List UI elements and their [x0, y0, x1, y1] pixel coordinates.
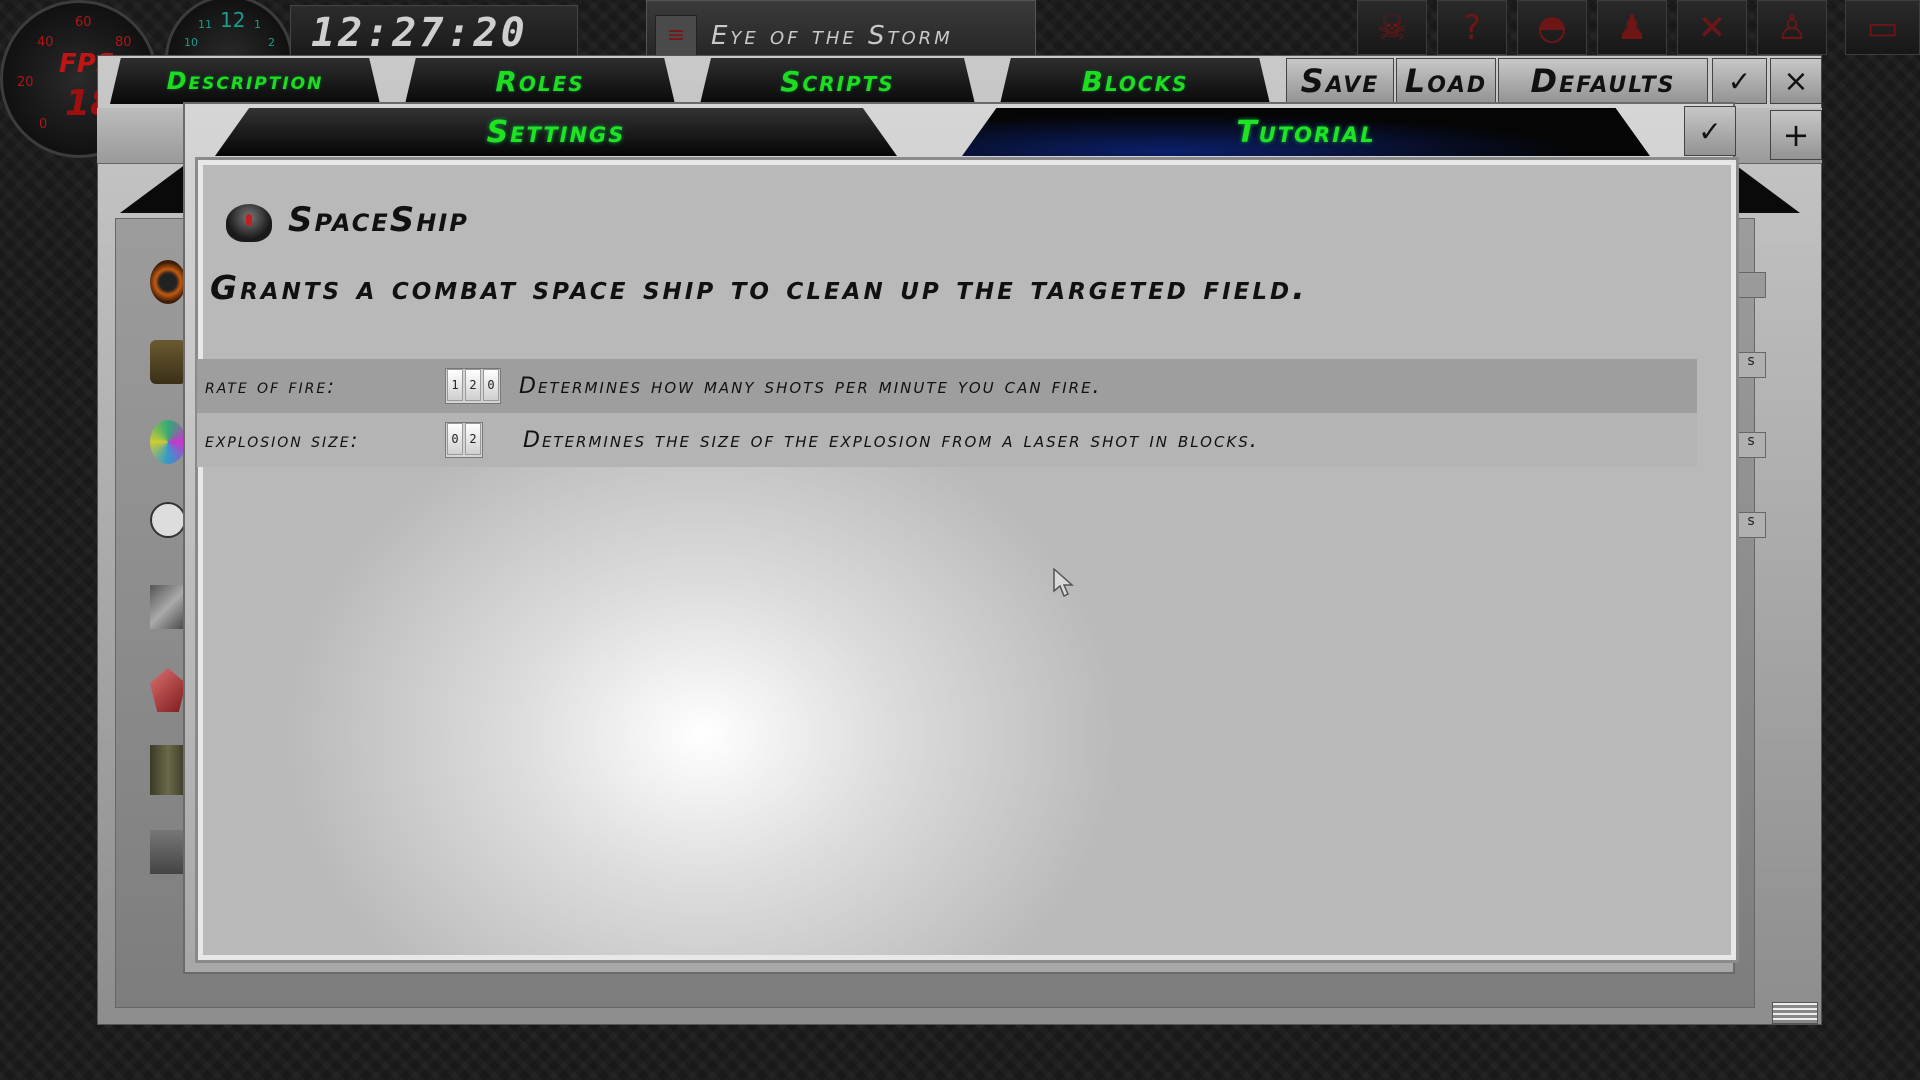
monitor-icon[interactable]: ▭: [1845, 0, 1920, 55]
explosion-size-digit-input[interactable]: 0 2: [445, 422, 483, 458]
defaults-button[interactable]: Defaults: [1498, 58, 1708, 104]
map-title: Eye of the Storm: [711, 20, 953, 51]
digit-wheel[interactable]: 1: [447, 369, 463, 401]
item-name: SpaceShip: [288, 200, 469, 240]
tools-icon[interactable]: ✕: [1677, 0, 1747, 55]
clock-dial-1: 1: [254, 18, 261, 31]
fps-tick-80: 80: [115, 35, 132, 50]
fps-tick-0: 0: [39, 117, 48, 132]
spaceship-cockpit-light: [246, 214, 252, 226]
save-button[interactable]: Save: [1286, 58, 1394, 104]
dice-icon[interactable]: [150, 502, 186, 538]
add-button[interactable]: +: [1770, 110, 1822, 160]
load-button[interactable]: Load: [1396, 58, 1496, 104]
close-button[interactable]: ×: [1770, 58, 1822, 104]
pinwheel-icon[interactable]: [150, 420, 186, 464]
helmet-icon[interactable]: ◓: [1517, 0, 1587, 55]
setting-row-rate-of-fire: rate of fire: 1 2 0 Determines how many …: [197, 359, 1697, 413]
skull-icon[interactable]: ☠: [1357, 0, 1427, 55]
fire-ring-icon[interactable]: [150, 260, 186, 304]
clock-dial-11: 11: [198, 18, 212, 31]
clock-dial-10: 10: [184, 36, 198, 49]
bucket-icon[interactable]: [150, 340, 186, 384]
fps-tick-60: 60: [75, 15, 92, 30]
side-s-button-2[interactable]: s: [1736, 432, 1766, 458]
help-icon[interactable]: ?: [1437, 0, 1507, 55]
setting-description: Determines how many shots per minute you…: [519, 373, 1102, 399]
barrel-icon[interactable]: [150, 745, 186, 795]
fps-tick-20: 20: [17, 75, 34, 90]
user-icon[interactable]: ♙: [1757, 0, 1827, 55]
fps-tick-40: 40: [37, 35, 54, 50]
setting-label: rate of fire:: [205, 374, 336, 398]
tab-roles[interactable]: Roles: [405, 58, 675, 104]
clock-dial-2: 2: [268, 36, 275, 49]
tab-tutorial[interactable]: Tutorial: [962, 108, 1650, 156]
setting-description: Determines the size of the explosion fro…: [523, 427, 1259, 453]
side-s-button-1[interactable]: s: [1736, 352, 1766, 378]
crate-icon[interactable]: [150, 585, 186, 629]
confirm-button[interactable]: ✓: [1712, 58, 1767, 104]
group-icon[interactable]: ♟: [1597, 0, 1667, 55]
spaceship-icon: [226, 204, 272, 242]
item-description: Grants a combat space ship to clean up t…: [210, 268, 1308, 307]
clock-time: 12:27:20: [290, 5, 578, 60]
tab-settings[interactable]: Settings: [215, 108, 897, 156]
setting-row-explosion-size: explosion size: 0 2 Determines the size …: [197, 413, 1697, 467]
mouse-cursor-icon: [1052, 567, 1074, 598]
setting-label: explosion size:: [205, 428, 360, 452]
digit-wheel[interactable]: 2: [465, 369, 481, 401]
tab-blocks[interactable]: Blocks: [1000, 58, 1270, 104]
tab-scripts[interactable]: Scripts: [700, 58, 975, 104]
clock-dial-12: 12: [220, 8, 246, 32]
rate-of-fire-digit-input[interactable]: 1 2 0: [445, 368, 501, 404]
resize-grip-icon[interactable]: [1772, 1002, 1818, 1024]
digit-wheel[interactable]: 2: [465, 423, 481, 455]
tab-description[interactable]: Description: [110, 58, 380, 104]
side-slot-button[interactable]: [1736, 272, 1766, 298]
digit-wheel[interactable]: 0: [447, 423, 463, 455]
dialog-confirm-button[interactable]: ✓: [1684, 106, 1736, 156]
menu-icon[interactable]: ≡: [655, 14, 697, 57]
digit-wheel[interactable]: 0: [483, 369, 499, 401]
map-block-icon[interactable]: [150, 830, 186, 874]
side-s-button-3[interactable]: s: [1736, 512, 1766, 538]
